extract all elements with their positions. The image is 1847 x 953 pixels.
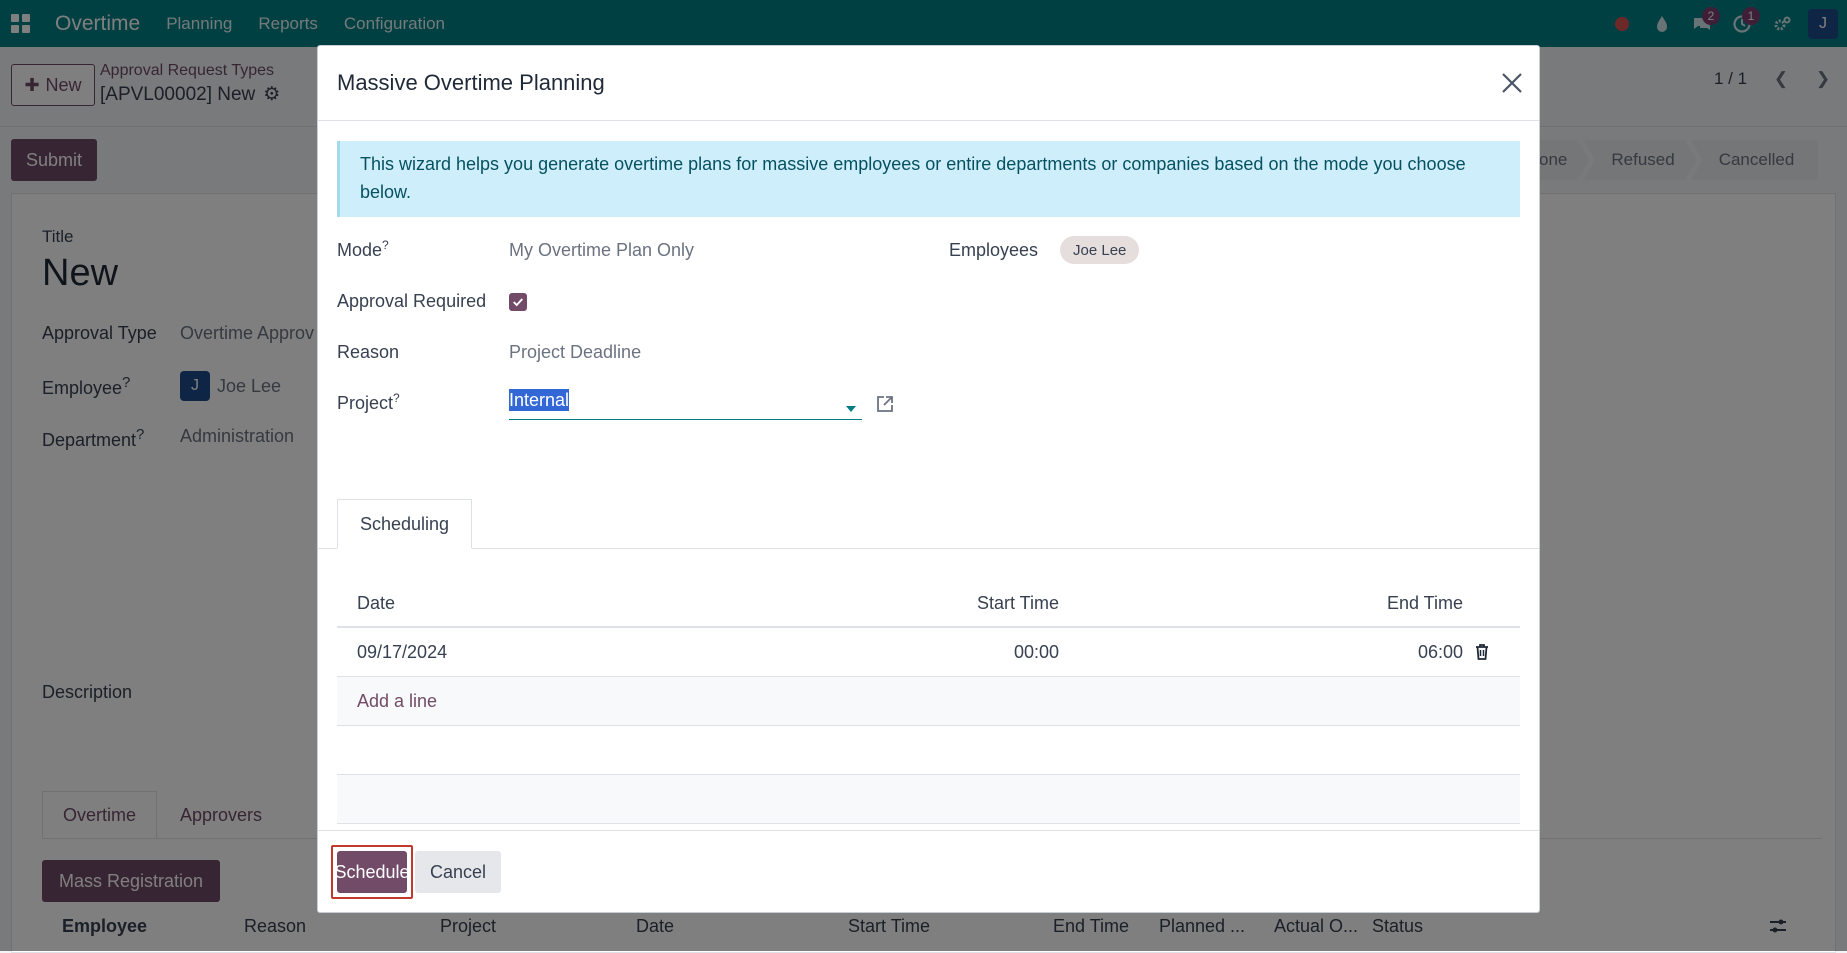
info-alert: This wizard helps you generate overtime … [337, 141, 1520, 217]
empty-row [337, 726, 1520, 775]
employee-tag[interactable]: Joe Lee [1060, 236, 1140, 264]
dialog-title: Massive Overtime Planning [337, 70, 605, 95]
dropdown-caret-icon[interactable] [846, 406, 856, 412]
empty-row [337, 775, 1520, 824]
project-label: Project? [337, 391, 400, 413]
external-link-icon[interactable] [875, 394, 895, 414]
reason-value[interactable]: Project Deadline [509, 342, 641, 363]
row-end-time[interactable]: 06:00 [1237, 628, 1463, 676]
table-row[interactable]: 09/17/2024 00:00 06:00 [337, 628, 1520, 677]
add-line-row: Add a line [337, 677, 1520, 726]
massive-overtime-dialog: Massive Overtime Planning This wizard he… [317, 45, 1540, 913]
mode-label: Mode? [337, 238, 389, 260]
approval-required-checkbox[interactable] [509, 293, 527, 311]
row-start-time[interactable]: 00:00 [797, 628, 1059, 676]
project-input[interactable]: Internal [509, 389, 862, 420]
approval-required-label: Approval Required [337, 291, 487, 311]
header-date[interactable]: Date [357, 581, 395, 626]
header-end-time[interactable]: End Time [1237, 581, 1463, 626]
mode-value[interactable]: My Overtime Plan Only [509, 240, 694, 261]
close-icon[interactable] [1497, 68, 1527, 98]
employees-label: Employees [949, 240, 1039, 260]
table-header-row: Date Start Time End Time [337, 581, 1520, 628]
delete-row-icon[interactable] [1473, 643, 1491, 661]
dialog-header: Massive Overtime Planning [318, 46, 1539, 121]
scheduling-table: Date Start Time End Time 09/17/2024 00:0… [337, 581, 1520, 824]
cancel-button[interactable]: Cancel [415, 851, 501, 893]
tab-scheduling[interactable]: Scheduling [337, 499, 472, 549]
dialog-tabs-divider [318, 548, 1539, 549]
reason-label: Reason [337, 342, 400, 362]
row-date[interactable]: 09/17/2024 [357, 628, 447, 676]
dialog-footer: Schedule Cancel [318, 830, 1539, 912]
project-input-value: Internal [509, 389, 570, 411]
checkmark-icon [513, 298, 523, 307]
add-a-line-link[interactable]: Add a line [357, 677, 437, 725]
header-start-time[interactable]: Start Time [797, 581, 1059, 626]
schedule-button[interactable]: Schedule [334, 851, 410, 893]
